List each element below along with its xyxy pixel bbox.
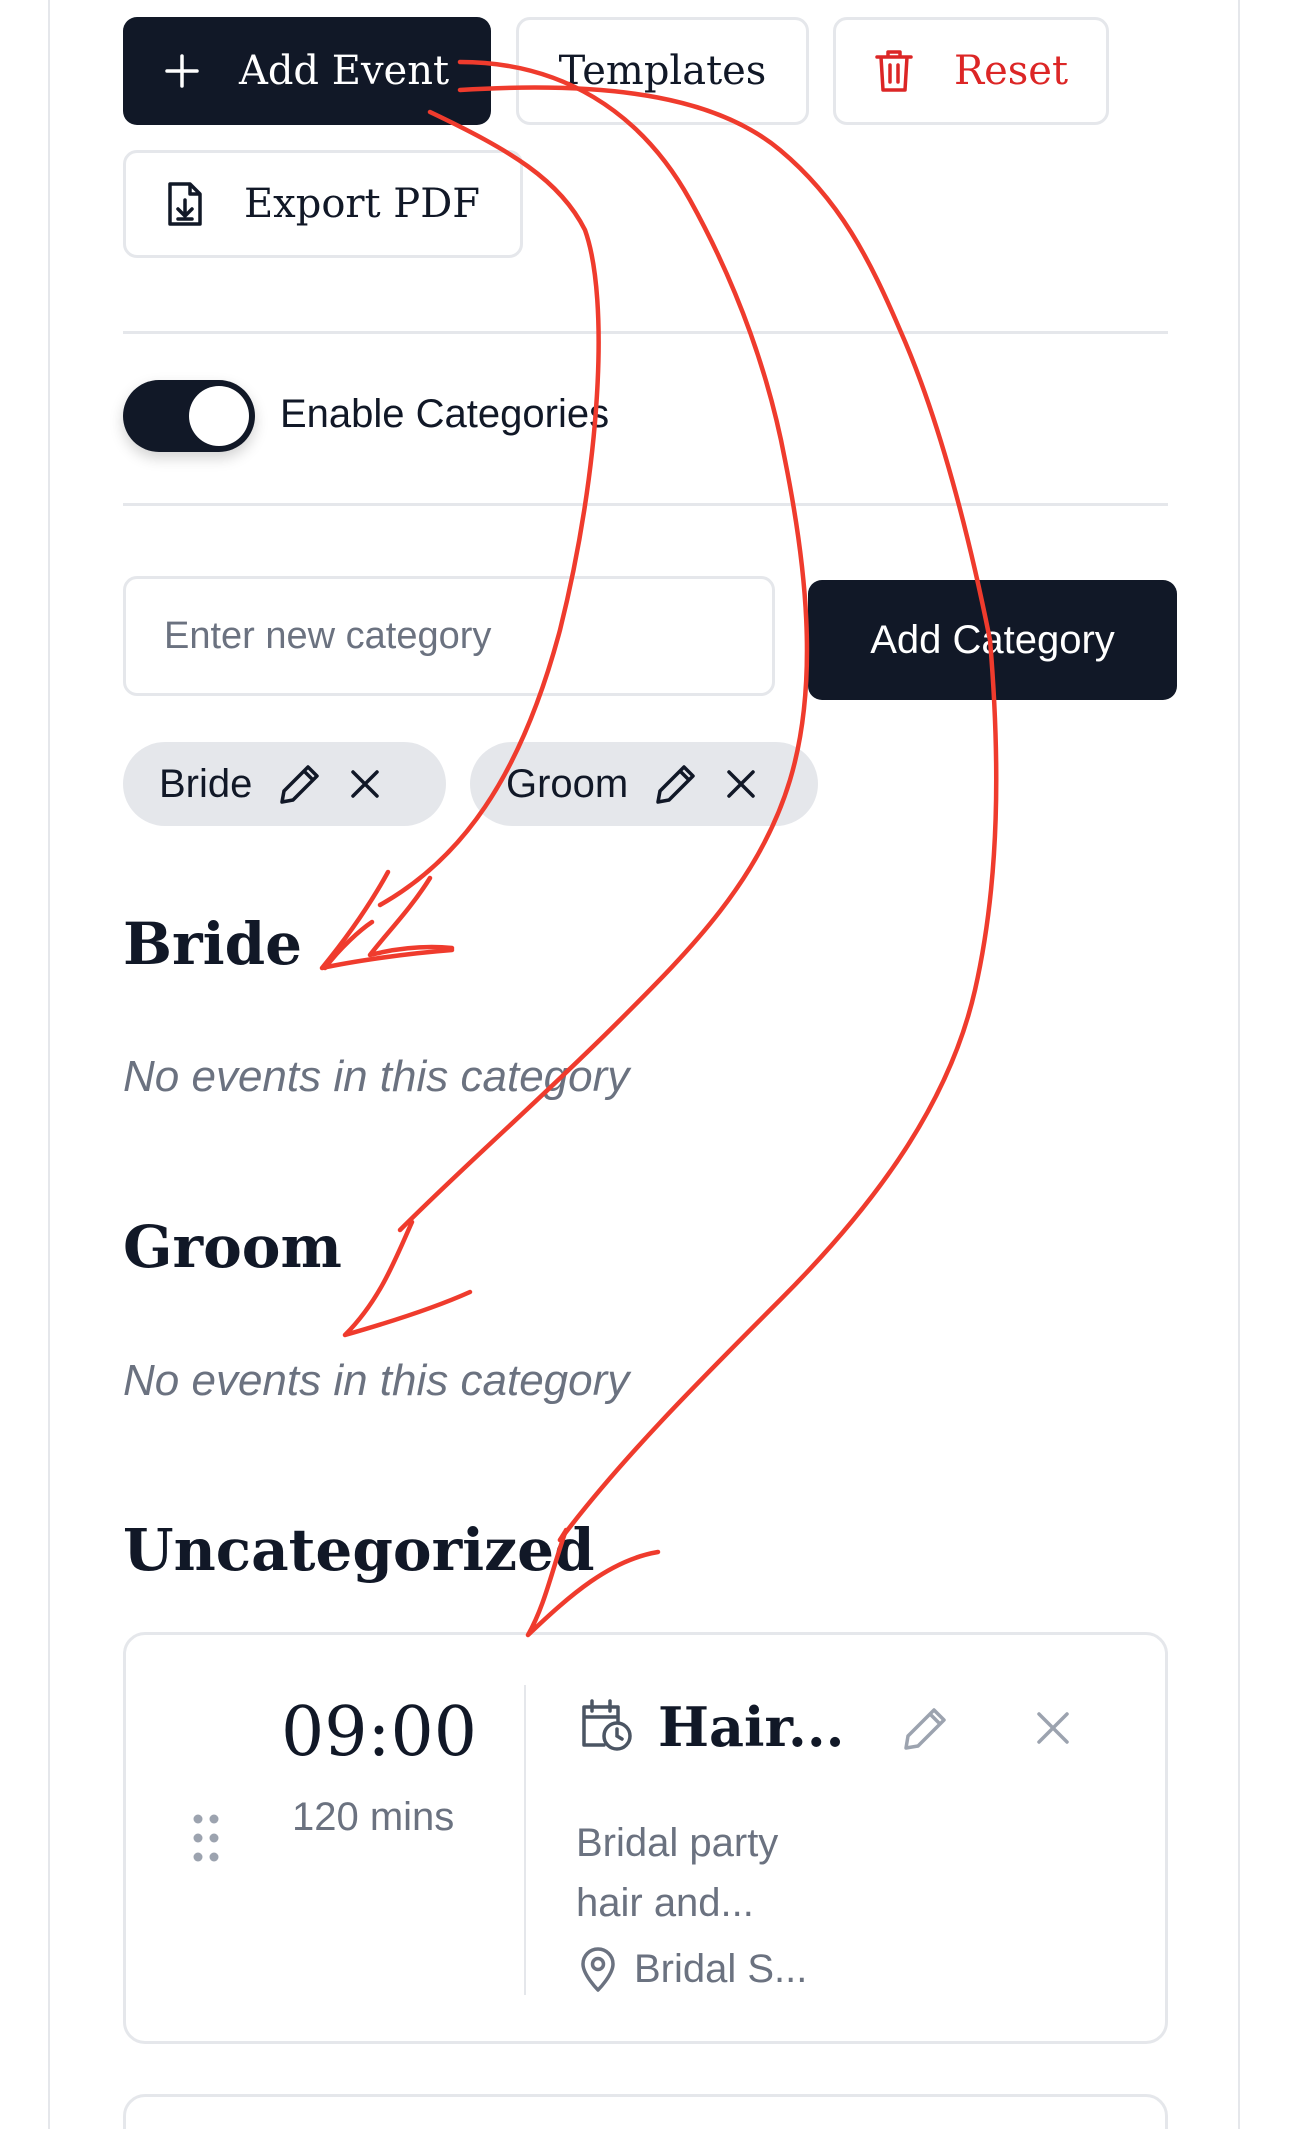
- event-description: Bridal party hair and...: [576, 1821, 779, 1925]
- event-duration: 120 mins: [292, 1795, 455, 1839]
- section-title-bride: Bride: [123, 910, 303, 978]
- close-icon[interactable]: [726, 769, 756, 799]
- pencil-icon[interactable]: [278, 762, 322, 806]
- pencil-icon[interactable]: [654, 762, 698, 806]
- add-event-button[interactable]: Add Event: [123, 17, 491, 125]
- event-time: 09:00: [281, 1693, 477, 1772]
- reset-button[interactable]: Reset: [833, 17, 1109, 125]
- add-event-label: Add Event: [238, 48, 450, 94]
- event-card[interactable]: [123, 2094, 1168, 2129]
- empty-category-note: No events in this category: [123, 1356, 630, 1405]
- file-download-icon: [166, 181, 204, 227]
- event-card[interactable]: 09:00 120 mins Hair... Bridal party hair…: [123, 1632, 1168, 2044]
- empty-category-note: No events in this category: [123, 1052, 630, 1101]
- card-divider: [524, 1685, 526, 1995]
- new-category-input[interactable]: [123, 576, 775, 696]
- page-frame-right: [1238, 0, 1240, 2129]
- map-pin-icon: [578, 1947, 618, 1998]
- drag-handle-icon[interactable]: [192, 1813, 220, 1868]
- event-title: Hair...: [658, 1695, 845, 1759]
- pencil-icon[interactable]: [901, 1705, 949, 1758]
- reset-label: Reset: [953, 48, 1069, 94]
- enable-categories-toggle[interactable]: [123, 380, 255, 452]
- export-pdf-button[interactable]: Export PDF: [123, 150, 523, 258]
- calendar-clock-icon: [578, 1697, 634, 1758]
- page-frame-left: [48, 0, 50, 2129]
- section-title-groom: Groom: [123, 1213, 342, 1281]
- add-category-label: Add Category: [870, 617, 1115, 662]
- divider: [123, 331, 1168, 334]
- export-pdf-label: Export PDF: [243, 181, 481, 227]
- trash-icon: [874, 48, 914, 94]
- category-chip: Groom: [470, 742, 818, 826]
- enable-categories-label: Enable Categories: [280, 392, 610, 436]
- plus-icon: [165, 54, 199, 88]
- templates-label: Templates: [558, 48, 767, 94]
- chip-label: Bride: [159, 761, 253, 806]
- toggle-knob: [189, 386, 249, 446]
- divider: [123, 503, 1168, 506]
- add-category-button[interactable]: Add Category: [808, 580, 1177, 700]
- section-title-uncategorized: Uncategorized: [123, 1516, 595, 1584]
- event-location: Bridal S...: [634, 1947, 808, 1991]
- close-icon[interactable]: [350, 769, 380, 799]
- close-icon[interactable]: [1036, 1711, 1070, 1750]
- chip-label: Groom: [506, 761, 629, 806]
- templates-button[interactable]: Templates: [516, 17, 809, 125]
- category-chip: Bride: [123, 742, 446, 826]
